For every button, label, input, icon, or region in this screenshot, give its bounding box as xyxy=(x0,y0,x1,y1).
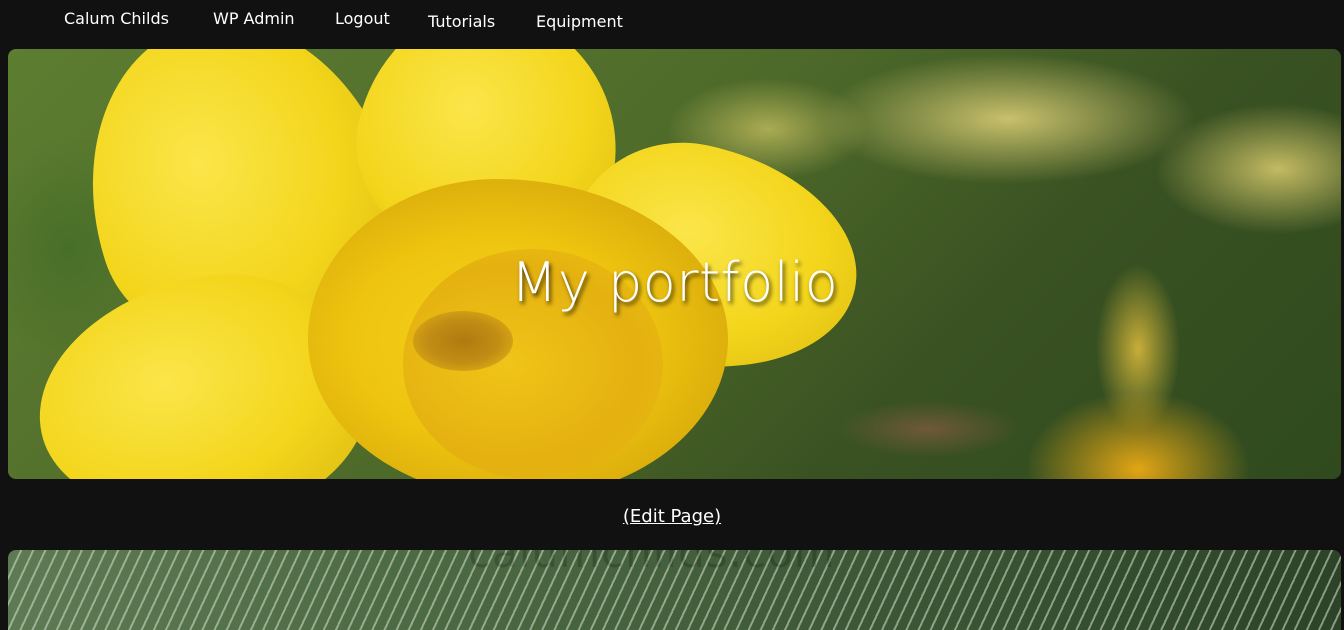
top-navigation: Calum Childs WP Admin Logout Tutorials E… xyxy=(0,0,1344,44)
nav-link-tutorials[interactable]: Tutorials xyxy=(428,12,495,31)
hero-banner-daffodil-image: My portfolio xyxy=(8,49,1341,479)
image-watermark: calumchilds.com xyxy=(468,550,836,577)
edit-page-link-row: (Edit Page) xyxy=(0,506,1344,527)
daffodil-stamen xyxy=(413,311,513,371)
nav-link-wp-admin[interactable]: WP Admin xyxy=(213,9,295,28)
gallery-image-leaf[interactable]: calumchilds.com xyxy=(8,550,1341,630)
edit-page-link[interactable]: (Edit Page) xyxy=(623,506,721,527)
nav-link-equipment[interactable]: Equipment xyxy=(536,12,623,31)
nav-link-calum-childs[interactable]: Calum Childs xyxy=(64,9,169,28)
page-title: My portfolio xyxy=(510,251,839,314)
nav-link-logout[interactable]: Logout xyxy=(335,9,390,28)
